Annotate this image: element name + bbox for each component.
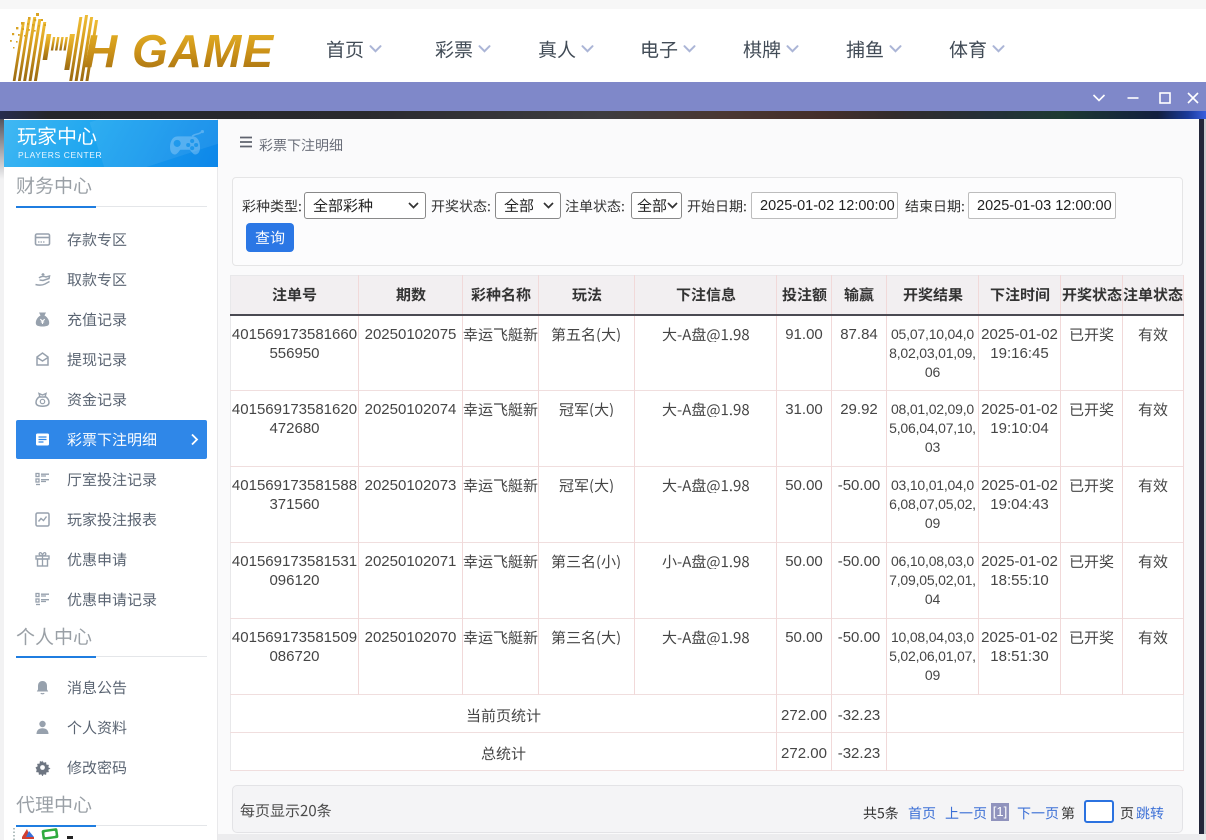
svg-text:H GAME: H GAME: [84, 25, 274, 77]
